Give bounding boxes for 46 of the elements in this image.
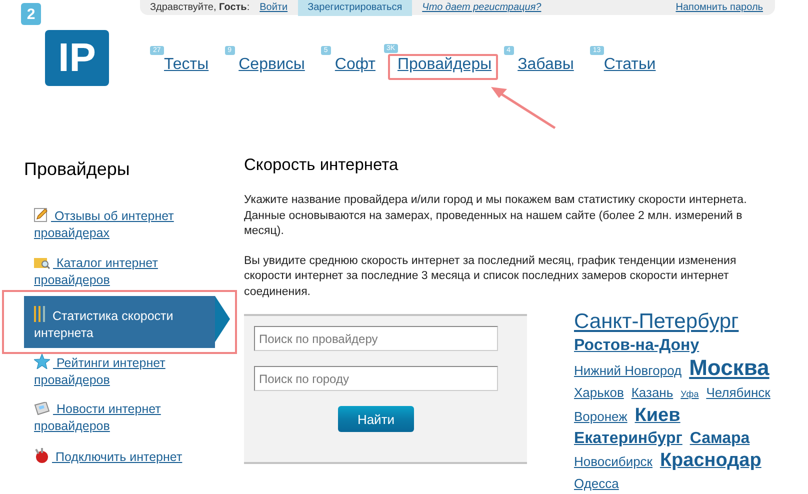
sidebar-item[interactable]: Каталог интернет провайдеров [24, 249, 215, 296]
logo-badge: 2 [21, 3, 41, 25]
register-button[interactable]: Зарегистрироваться [298, 0, 412, 16]
city-link[interactable]: Киев [634, 405, 680, 426]
city-link[interactable]: Самара [690, 430, 750, 447]
page-title: Скорость интернета [244, 156, 400, 175]
nav-link[interactable]: Сервисы [238, 56, 305, 73]
nav-link[interactable]: Забавы [518, 56, 574, 73]
sidebar-item[interactable]: Отзывы об интернет провайдерах [24, 202, 215, 249]
star-icon [34, 354, 50, 369]
provider-search-field[interactable]: Поиск по провайдеру [254, 326, 498, 351]
city-link[interactable]: Краснодар [660, 450, 762, 471]
nav-link[interactable]: Статьи [604, 56, 656, 73]
remind-password-link[interactable]: Напомнить пароль [676, 2, 763, 13]
nav-link[interactable]: Провайдеры [398, 56, 492, 73]
nav-link[interactable]: Софт [334, 56, 376, 73]
city-link[interactable]: Нижний Новгород [574, 363, 682, 378]
city-link[interactable]: Новосибирск [574, 454, 652, 469]
nav-link[interactable]: Тесты [164, 56, 209, 73]
newspaper-icon [34, 402, 50, 415]
description-text: Вы увидите среднюю скорость интернет за последний месяц, график тенденции изменения скорости интернет за последние 3 месяца и список последних замеров скорости интернет соединения. [244, 254, 738, 300]
city-link[interactable]: Екатеринбург [574, 430, 682, 447]
pencil-icon [34, 208, 48, 222]
city-search-field[interactable]: Поиск по городу [254, 366, 498, 391]
description-text: Укажите название провайдера и/или город и мы покажем вам статистику скорости интернета. Данные основываются на замерах, проведенных на нашем сайте (более 2 млн. измерений в месяц). [244, 193, 748, 239]
city-link[interactable]: Уфа [680, 389, 699, 399]
sidebar-title: Провайдеры [24, 158, 131, 180]
city-link[interactable]: Челябинск [706, 385, 770, 400]
city-link[interactable]: Ростов-на-Дону [574, 337, 700, 354]
logo[interactable]: IP [45, 30, 109, 86]
sidebar-item[interactable]: Рейтинги интернет провайдеров [24, 348, 215, 395]
sidebar-item[interactable]: Новости интернет провайдеров [24, 395, 215, 442]
bars-icon [34, 306, 46, 322]
city-link[interactable]: Одесса [574, 476, 619, 491]
city-link[interactable]: Харьков [574, 385, 624, 400]
city-link[interactable]: Санкт-Петербург [574, 310, 739, 333]
greeting-text: Здравствуйте, Гость: [150, 2, 250, 13]
sidebar-item[interactable]: Подключить интернет [24, 442, 215, 489]
city-link[interactable]: Воронеж [574, 409, 628, 424]
search-button[interactable]: Найти [338, 406, 414, 432]
why-register-link[interactable]: Что дает регистрация? [422, 2, 542, 13]
plug-icon [34, 448, 49, 463]
city-link[interactable]: Москва [689, 355, 770, 380]
login-link[interactable]: Войти [260, 2, 288, 13]
folder-search-icon [34, 256, 50, 269]
city-link[interactable]: Казань [631, 385, 674, 400]
